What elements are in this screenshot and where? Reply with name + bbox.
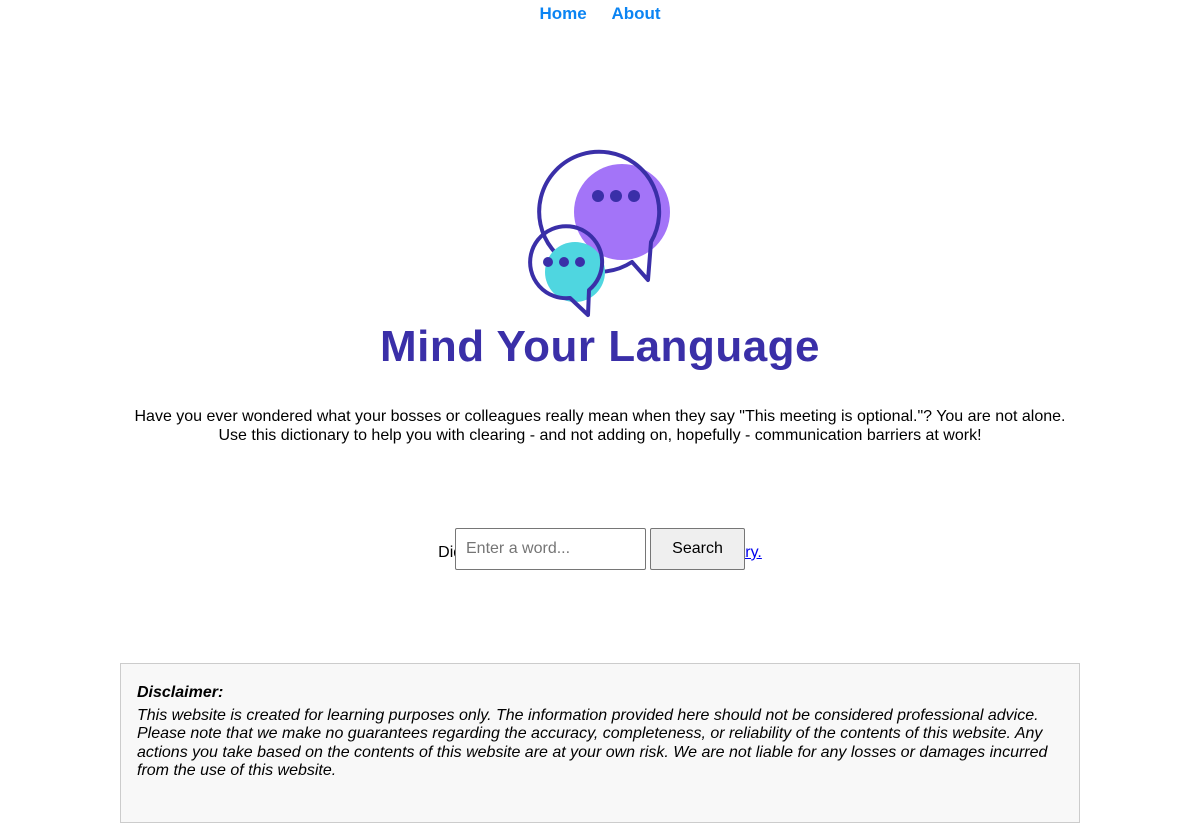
disclaimer-body: This website is created for learning pur… (137, 706, 1048, 780)
speech-bubbles-icon (528, 149, 670, 317)
intro-text: Have you ever wondered what your bosses … (0, 407, 1200, 445)
top-nav: Home About (0, 4, 1200, 24)
disclaimer-box: Disclaimer: This website is created for … (120, 663, 1080, 823)
logo-text: Mind Your Language (379, 322, 821, 371)
search-form: Search (455, 528, 745, 570)
disclaimer-title: Disclaimer: (137, 684, 224, 701)
nav-link-home[interactable]: Home (539, 4, 586, 23)
nav-link-about[interactable]: About (611, 4, 660, 23)
intro-line-1: Have you ever wondered what your bosses … (134, 408, 1066, 425)
site-logo: Mind Your Language (370, 130, 830, 380)
intro-line-2: Use this dictionary to help you with cle… (218, 427, 982, 444)
search-button[interactable]: Search (650, 528, 745, 570)
search-input[interactable] (455, 528, 646, 570)
